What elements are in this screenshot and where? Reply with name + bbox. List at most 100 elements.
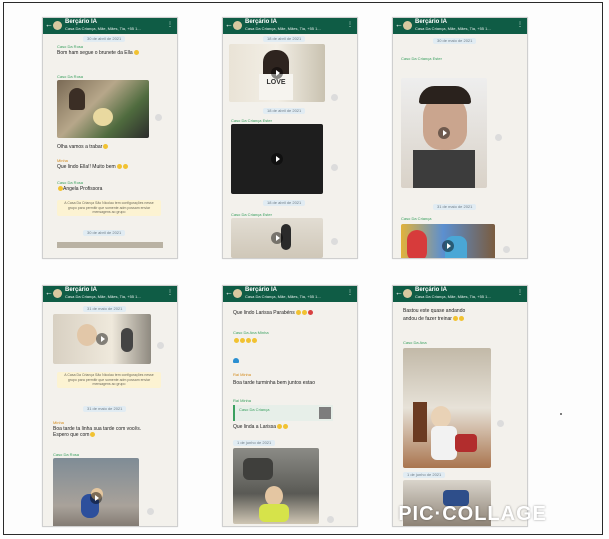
sender-name: Caso Da Criança Ester [231,118,272,123]
toy-figure [455,434,477,452]
play-icon[interactable] [438,127,450,139]
video-message[interactable] [231,218,323,258]
emoji-icon [252,338,257,344]
sender-name: Caso Da Rosa [57,44,84,49]
chat-header: ← Berçário IA Casa Da Criança, Mãe, Mães… [43,18,177,34]
message-text: Boa tarde turminha bem juntos estao [233,380,315,386]
forward-icon[interactable] [331,238,338,245]
photo-message[interactable] [57,80,149,138]
child-figure [259,504,289,522]
forward-icon[interactable] [495,134,502,141]
message-text: Olha vamos a trabar [57,144,109,150]
chat-area: Bastou este quase andando andou de fazer… [393,302,527,526]
chat-title[interactable]: Berçário IA [245,19,277,26]
message-text: andou de fazer treinar [403,316,464,322]
message-text: Que lindo Ella!! Muito bem [57,164,128,170]
menu-icon[interactable]: ⋮ [347,21,354,29]
emoji-icon [458,316,464,322]
message-text: Boa tarde ta linha sua tarde com vocês. … [53,426,142,438]
play-icon[interactable] [271,67,283,79]
video-message[interactable] [231,124,323,194]
person-figure [121,328,133,352]
child-head [431,406,451,428]
chat-title[interactable]: Berçário IA [65,19,97,26]
phone-screenshot-2: ← Berçário IA Casa Da Criança, Mãe, Mães… [222,17,358,259]
child-figure [431,426,457,460]
message-text: Que linda a Larissa [233,424,289,430]
group-avatar[interactable] [53,289,62,298]
chat-area: 30 de maio de 2021 Caso Da Criança Ester… [393,34,527,258]
forward-icon[interactable] [327,516,334,523]
menu-icon[interactable]: ⋮ [517,289,524,297]
emoji-icon [133,50,139,56]
pic-collage-watermark: PIC·COLLAGE [398,503,547,525]
arrow-left-icon[interactable]: ← [395,20,403,30]
forward-icon[interactable] [331,94,338,101]
arrow-left-icon[interactable]: ← [45,288,53,298]
video-message[interactable] [401,224,495,258]
forward-icon[interactable] [331,164,338,171]
arrow-left-icon[interactable]: ← [225,288,233,298]
menu-icon[interactable]: ⋮ [167,289,174,297]
sender-name: Rai Minha [233,372,252,377]
sender-name: Caso Da Ana Minha [233,330,269,335]
menu-icon[interactable]: ⋮ [167,21,174,29]
forward-icon[interactable] [503,246,510,253]
chat-area: 30 de abril de 2021 Caso Da Rosa Bom ham… [43,34,177,258]
play-icon[interactable] [96,333,108,345]
video-message[interactable] [233,448,319,524]
play-icon[interactable] [442,240,454,252]
group-avatar[interactable] [403,21,412,30]
quote-sender: Caso Da Criança [239,407,270,412]
video-message[interactable] [53,314,151,364]
forward-icon[interactable] [155,114,162,121]
emoji-icon [90,432,96,438]
menu-icon[interactable]: ⋮ [347,289,354,297]
shirt-figure [413,150,475,188]
video-message[interactable] [53,458,139,526]
quoted-message[interactable]: Caso Da Criança [233,405,333,421]
arrow-left-icon[interactable]: ← [395,288,403,298]
chat-title[interactable]: Berçário IA [415,287,447,294]
phone-screenshot-5: ← Berçário IA Casa Da Criança, Mãe, Mães… [222,285,358,527]
video-message[interactable] [401,78,487,188]
arrow-left-icon[interactable]: ← [45,20,53,30]
blue-heart-icon [233,358,239,363]
forward-icon[interactable] [497,420,504,427]
chat-title[interactable]: Berçário IA [415,19,447,26]
chat-title[interactable]: Berçário IA [65,287,97,294]
forward-icon[interactable] [157,342,164,349]
arrow-left-icon[interactable]: ← [225,20,233,30]
chat-title[interactable]: Berçário IA [245,287,277,294]
emoji-icon [240,338,245,344]
phone-screenshot-3: ← Berçário IA Casa Da Criança, Mãe, Mães… [392,17,528,259]
play-icon[interactable] [271,232,283,244]
photo-message[interactable] [403,348,491,468]
group-avatar[interactable] [233,21,242,30]
sofa-figure [243,458,273,480]
chat-subtitle: Casa Da Criança, Mãe, Mães, Tia, +55 1..… [245,26,321,31]
child-head [265,486,283,506]
furniture-figure [413,402,427,442]
collage-frame: ← Berçário IA Casa Da Criança, Mãe, Mães… [3,2,603,535]
person-figure [69,88,85,110]
video-message[interactable]: LOVE [229,44,325,102]
date-chip: 31 de maio de 2021 [83,306,127,312]
sender-name: Minha [53,420,64,425]
system-notice: A Casa Da Criança São Nicolau tem config… [57,200,161,216]
group-avatar[interactable] [233,289,242,298]
message-text: Bom ham segue o brunete da Ella [57,50,139,56]
forward-icon[interactable] [147,508,154,515]
group-avatar[interactable] [403,289,412,298]
date-chip: 30 de abril de 2021 [83,36,126,42]
emoji-icon [116,164,122,170]
play-icon[interactable] [271,153,283,165]
system-notice: A Casa Da Criança São Nicolau tem config… [57,372,161,388]
group-avatar[interactable] [53,21,62,30]
menu-icon[interactable]: ⋮ [517,21,524,29]
phone-screenshot-6: ← Berçário IA Casa Da Criança, Mãe, Mães… [392,285,528,527]
date-chip: 30 de abril de 2021 [83,230,126,236]
emoji-icon [452,316,458,322]
date-chip: 31 de maio de 2021 [433,204,477,210]
play-icon[interactable] [90,492,102,504]
